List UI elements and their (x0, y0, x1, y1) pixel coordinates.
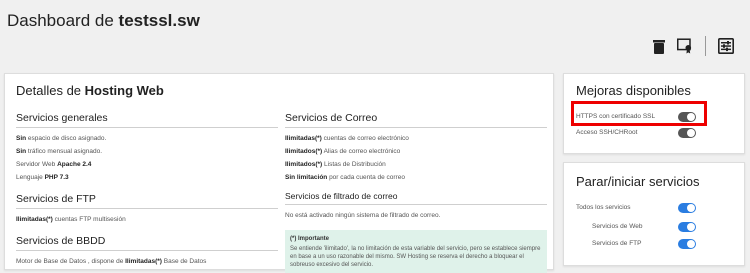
hosting-details-title: Detalles de Hosting Web (16, 83, 164, 98)
servicios-ftp-toggle[interactable] (678, 239, 696, 249)
general-line: Servidor Web Apache 2.4 (16, 161, 92, 168)
toolbar (651, 36, 734, 56)
highlight-box (571, 101, 707, 126)
general-line: Lenguaje PHP 7.3 (16, 174, 69, 181)
parar-iniciar-card: Parar/iniciar servicios Todos los servic… (563, 162, 745, 266)
correo-title: Servicios de Correo (285, 112, 547, 128)
mejoras-title: Mejoras disponibles (576, 83, 691, 98)
hosting-details-title-bold: Hosting Web (84, 83, 164, 98)
page-title-domain: testssl.sw (118, 11, 200, 30)
general-line: Sin tráfico mensual asignado. (16, 148, 103, 155)
page-title: Dashboard de testssl.sw (7, 11, 200, 31)
ssh-chroot-toggle[interactable] (678, 128, 696, 138)
correo-line: Ilimitadas(*) cuentas de correo electrón… (285, 135, 409, 142)
servicios-generales-title: Servicios generales (16, 112, 278, 128)
correo-line: Ilimitados(*) Alias de correo electrónic… (285, 148, 401, 155)
todos-servicios-toggle[interactable] (678, 203, 696, 213)
todos-servicios-label: Todos los servicios (576, 204, 631, 211)
servicios-ftp-label: Servicios de FTP (592, 240, 642, 247)
trash-icon[interactable] (651, 37, 667, 55)
right-column: Servicios de Correo Ilimitadas(*) cuenta… (285, 105, 547, 273)
page-title-prefix: Dashboard de (7, 11, 119, 30)
toolbar-divider (705, 36, 706, 56)
hosting-details-card: Detalles de Hosting Web Servicios genera… (4, 73, 554, 273)
filtrado-title: Servicios de filtrado de correo (285, 191, 547, 205)
servicios-web-toggle[interactable] (678, 222, 696, 232)
ssh-chroot-label: Acceso SSH/CHRoot (576, 129, 638, 136)
important-note-body: Se entiende 'ilimitado', la no limitació… (290, 246, 541, 268)
correo-line: Sin limitación por cada cuenta de correo (285, 174, 405, 181)
ftp-title: Servicios de FTP (16, 193, 278, 209)
ftp-line: Ilimitadas(*) cuentas FTP multisesión (16, 216, 126, 223)
bbdd-title: Servicios de BBDD (16, 235, 278, 251)
bbdd-line: Motor de Base de Datos , dispone de Ilim… (16, 258, 207, 265)
general-line: Sin espacio de disco asignado. (16, 135, 107, 142)
hosting-details-title-prefix: Detalles de (16, 83, 85, 98)
servicios-web-label: Servicios de Web (592, 223, 643, 230)
important-note: (*) Importante Se entiende 'ilimitado', … (285, 230, 547, 273)
correo-line: Ilimitados(*) Listas de Distribución (285, 161, 386, 168)
important-note-title: (*) Importante (290, 236, 329, 242)
left-column: Servicios generales Sin espacio de disco… (16, 105, 278, 268)
filtrado-line: No está activado ningún sistema de filtr… (285, 212, 441, 219)
settings-sliders-icon[interactable] (718, 37, 734, 55)
parar-iniciar-title: Parar/iniciar servicios (576, 174, 700, 189)
certificate-icon[interactable] (677, 37, 693, 55)
